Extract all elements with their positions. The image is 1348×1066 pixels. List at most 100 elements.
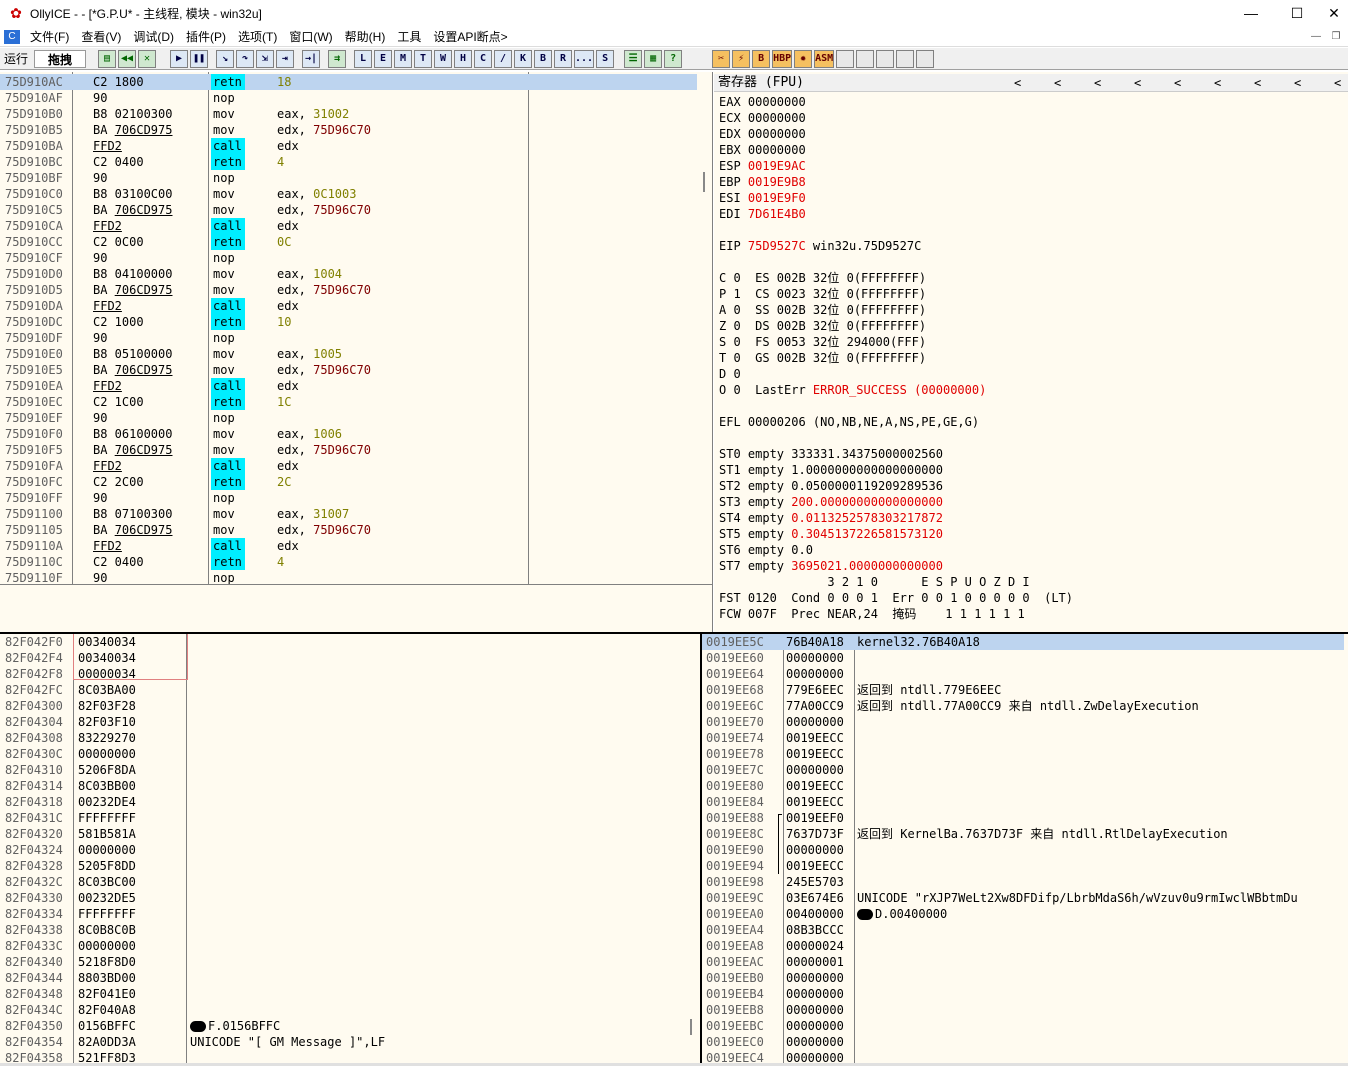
registers-pane[interactable]: 寄存器 (FPU) < < < < < < < < < EAX 00000000… bbox=[714, 72, 1348, 632]
menu-tools[interactable]: 工具 bbox=[391, 27, 427, 47]
call-stack-window-button[interactable]: K bbox=[514, 49, 533, 68]
dump-scrollbar[interactable] bbox=[690, 1019, 692, 1035]
memory-dump-pane[interactable]: 82F042F0 00340034 82F042F4 00340034 82F042F8… bbox=[0, 634, 700, 1066]
step-into-icon[interactable]: ↘ bbox=[216, 49, 235, 68]
stack-row[interactable]: 0019EE68 779E6EEC 返回到 ntdll.779E6EEC bbox=[702, 682, 1344, 698]
dump-row[interactable]: 82F04344 8803BD00 bbox=[0, 970, 690, 986]
stack-row[interactable]: 0019EE90 00000000 bbox=[702, 842, 1344, 858]
register-line[interactable]: P 1 CS 0023 32位 0(FFFFFFFF) bbox=[719, 286, 926, 302]
blank-tool-button-1[interactable] bbox=[836, 49, 855, 68]
disassembly-row[interactable]: 75D910DA FFD2 call edx bbox=[0, 298, 697, 314]
list-icon[interactable]: ☰ bbox=[624, 49, 643, 68]
stack-row[interactable]: 0019EE6C 77A00CC9 返回到 ntdll.77A00CC9 来自 nt… bbox=[702, 698, 1344, 714]
disassembly-row[interactable]: 75D910CF 90 nop bbox=[0, 250, 697, 266]
disassembly-row[interactable]: 75D910DF 90 nop bbox=[0, 330, 697, 346]
register-line[interactable]: EAX 00000000 bbox=[719, 94, 806, 110]
disassembly-row[interactable]: 75D910EF 90 nop bbox=[0, 410, 697, 426]
register-line[interactable]: EBP 0019E9B8 bbox=[719, 174, 806, 190]
register-line[interactable]: ST5 empty 0.3045137226581573120 bbox=[719, 526, 943, 542]
register-line[interactable]: T 0 GS 002B 32位 0(FFFFFFFF) bbox=[719, 350, 926, 366]
stack-row[interactable]: 0019EEBC 00000000 bbox=[702, 1018, 1344, 1034]
stack-row[interactable]: 0019EE74 0019EECC bbox=[702, 730, 1344, 746]
prev-arrow-icon[interactable]: < bbox=[1174, 74, 1181, 92]
dump-row[interactable]: 82F04308 83229270 bbox=[0, 730, 690, 746]
dump-row[interactable]: 82F04318 00232DE4 bbox=[0, 794, 690, 810]
disassembly-row[interactable]: 75D910FF 90 nop bbox=[0, 490, 697, 506]
dump-row[interactable]: 82F04350 0156BFFC F.0156BFFC bbox=[0, 1018, 690, 1034]
mdi-restore-icon[interactable]: ❐ bbox=[1328, 29, 1344, 45]
dump-row[interactable]: 82F0431C FFFFFFFF bbox=[0, 810, 690, 826]
windows-window-button[interactable]: W bbox=[434, 49, 453, 68]
disassembly-row[interactable]: 75D910C5 BA 706CD975 mov edx, 75D96C70 bbox=[0, 202, 697, 218]
register-line[interactable]: ST7 empty 3695021.0000000000000 bbox=[719, 558, 943, 574]
plugin-tool-icon-3[interactable]: B bbox=[752, 49, 771, 68]
stack-row[interactable]: 0019EE8C 7637D73F 返回到 KernelBa.7637D73F 来自… bbox=[702, 826, 1344, 842]
prev-arrow-icon[interactable]: < bbox=[1134, 74, 1141, 92]
register-line[interactable]: A 0 SS 002B 32位 0(FFFFFFFF) bbox=[719, 302, 926, 318]
disassembly-row[interactable]: 75D910EC C2 1C00 retn 1C bbox=[0, 394, 697, 410]
dump-row[interactable]: 82F04334 FFFFFFFF bbox=[0, 906, 690, 922]
dump-row[interactable]: 82F0434C 82F040A8 bbox=[0, 1002, 690, 1018]
dump-row[interactable]: 82F04324 00000000 bbox=[0, 842, 690, 858]
disassembly-pane[interactable]: 75D910AC C2 1800 retn 18 75D910AF 90 nop 75D910… bbox=[0, 72, 713, 584]
prev-arrow-icon[interactable]: < bbox=[1294, 74, 1301, 92]
disassembly-row[interactable]: 75D910DC C2 1000 retn 10 bbox=[0, 314, 697, 330]
disassembly-row[interactable]: 75D9110C C2 0400 retn 4 bbox=[0, 554, 697, 570]
disassembly-row[interactable]: 75D910AC C2 1800 retn 18 bbox=[0, 74, 697, 90]
stack-row[interactable]: 0019EE80 0019EECC bbox=[702, 778, 1344, 794]
register-line[interactable]: FST 0120 Cond 0 0 0 1 Err 0 0 1 0 0 0 0 … bbox=[719, 590, 1073, 606]
log-window-button[interactable]: L bbox=[354, 49, 373, 68]
pause-icon[interactable]: ❚❚ bbox=[190, 49, 209, 68]
disassembly-row[interactable]: 75D910EA FFD2 call edx bbox=[0, 378, 697, 394]
stack-row[interactable]: 0019EEA8 00000024 bbox=[702, 938, 1344, 954]
dump-row[interactable]: 82F042FC 8C03BA00 bbox=[0, 682, 690, 698]
disassembly-row[interactable]: 75D910FA FFD2 call edx bbox=[0, 458, 697, 474]
disassembly-row[interactable]: 75D910B0 B8 02100300 mov eax, 31002 bbox=[0, 106, 697, 122]
register-line[interactable]: EIP 75D9527C win32u.75D9527C bbox=[719, 238, 921, 254]
plugin-tool-icon-1[interactable]: ✂ bbox=[712, 49, 731, 68]
close-file-icon[interactable]: ✕ bbox=[138, 49, 157, 68]
execute-till-return-icon[interactable]: →| bbox=[302, 49, 321, 68]
register-line[interactable]: EDI 7D61E4B0 bbox=[719, 206, 806, 222]
trace-over-icon[interactable]: ⇥ bbox=[276, 49, 295, 68]
prev-arrow-icon[interactable]: < bbox=[1054, 74, 1061, 92]
menu-window[interactable]: 窗口(W) bbox=[283, 27, 338, 47]
disassembly-row[interactable]: 75D9110A FFD2 call edx bbox=[0, 538, 697, 554]
menu-help[interactable]: 帮助(H) bbox=[339, 27, 392, 47]
stack-row[interactable]: 0019EE60 00000000 bbox=[702, 650, 1344, 666]
prev-arrow-icon[interactable]: < bbox=[1334, 74, 1341, 92]
stack-row[interactable]: 0019EEB8 00000000 bbox=[702, 1002, 1344, 1018]
run-trace-window-button[interactable]: ... bbox=[574, 49, 595, 68]
assembler-button[interactable]: ASM bbox=[814, 49, 835, 68]
register-line[interactable]: ST0 empty 333331.34375000002560 bbox=[719, 446, 943, 462]
blank-tool-button-5[interactable] bbox=[916, 49, 935, 68]
register-line[interactable]: ST6 empty 0.0 bbox=[719, 542, 813, 558]
disassembly-row[interactable]: 75D910F5 BA 706CD975 mov edx, 75D96C70 bbox=[0, 442, 697, 458]
maximize-button[interactable]: ☐ bbox=[1274, 0, 1320, 26]
register-line[interactable]: C 0 ES 002B 32位 0(FFFFFFFF) bbox=[719, 270, 926, 286]
dump-row[interactable]: 82F04320 581B581A bbox=[0, 826, 690, 842]
register-line[interactable]: ESP 0019E9AC bbox=[719, 158, 806, 174]
stack-row[interactable]: 0019EE98 245E5703 bbox=[702, 874, 1344, 890]
patches-window-button[interactable]: / bbox=[494, 49, 513, 68]
register-line[interactable]: Z 0 DS 002B 32位 0(FFFFFFFF) bbox=[719, 318, 926, 334]
disassembly-row[interactable]: 75D910CC C2 0C00 retn 0C bbox=[0, 234, 697, 250]
register-line[interactable]: FCW 007F Prec NEAR,24 掩码 1 1 1 1 1 1 bbox=[719, 606, 1025, 622]
prev-arrow-icon[interactable]: < bbox=[1094, 74, 1101, 92]
disassembly-row[interactable]: 75D910F0 B8 06100000 mov eax, 1006 bbox=[0, 426, 697, 442]
disassembly-row[interactable]: 75D910AF 90 nop bbox=[0, 90, 697, 106]
stack-row[interactable]: 0019EEAC 00000001 bbox=[702, 954, 1344, 970]
menu-view[interactable]: 查看(V) bbox=[75, 27, 127, 47]
stack-row[interactable]: 0019EEB0 00000000 bbox=[702, 970, 1344, 986]
prev-arrow-icon[interactable]: < bbox=[1214, 74, 1221, 92]
disassembly-row[interactable]: 75D91105 BA 706CD975 mov edx, 75D96C70 bbox=[0, 522, 697, 538]
dump-row[interactable]: 82F0430C 00000000 bbox=[0, 746, 690, 762]
register-line[interactable]: O 0 LastErr ERROR_SUCCESS (00000000) bbox=[719, 382, 986, 398]
dump-row[interactable]: 82F04328 5205F8DD bbox=[0, 858, 690, 874]
grid-icon[interactable]: ▦ bbox=[644, 49, 663, 68]
disassembly-row[interactable]: 75D910D0 B8 04100000 mov eax, 1004 bbox=[0, 266, 697, 282]
register-line[interactable]: S 0 FS 0053 32位 294000(FFF) bbox=[719, 334, 926, 350]
dump-row[interactable]: 82F04354 82A0DD3A UNICODE "[ GM Message ]"… bbox=[0, 1034, 690, 1050]
dump-row[interactable]: 82F0432C 8C03BC00 bbox=[0, 874, 690, 890]
menu-file[interactable]: 文件(F) bbox=[24, 27, 75, 47]
